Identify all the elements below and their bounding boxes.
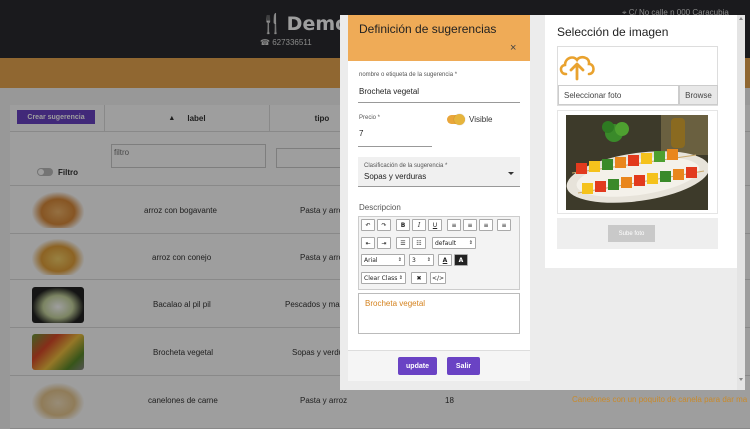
visible-toggle[interactable] [447,114,465,125]
text-color-icon[interactable]: A [438,254,452,266]
align-right-icon[interactable]: ≡ [479,219,493,231]
price-field[interactable]: 7 [359,129,363,138]
exit-button[interactable]: Salir [447,357,480,375]
skewer-photo [566,115,708,210]
select-caret-icon: ⇕ [468,240,473,246]
font-size-select[interactable]: 3 ⇕ [409,254,434,266]
highlight-color-icon[interactable]: A [454,254,468,266]
scroll-up-icon[interactable] [739,17,743,20]
browse-button[interactable]: Browse [679,85,718,105]
description-editor[interactable]: Brocheta vegetal [358,293,520,334]
clear-class-select[interactable]: Clear Class ⇕ [361,272,406,284]
bold-button[interactable]: B [396,219,410,231]
italic-button[interactable]: I [412,219,426,231]
remove-format-icon[interactable]: ✖ [411,272,427,284]
row-description: Canelones con un poquito de canela para … [572,395,748,404]
name-field-underline [358,102,520,103]
image-title: Selección de imagen [557,25,669,39]
outdent-icon[interactable]: ⇤ [361,237,375,249]
indent-icon[interactable]: ⇥ [377,237,391,249]
update-button[interactable]: update [398,357,437,375]
numbered-list-icon[interactable]: ☷ [412,237,426,249]
align-left-icon[interactable]: ≡ [447,219,461,231]
code-view-icon[interactable]: </> [430,272,446,284]
align-justify-icon[interactable]: ≡ [497,219,511,231]
name-field-label: nombre o etiqueta de la sugerencia * [359,72,458,78]
select-caret-icon: ⇕ [398,275,403,281]
classification-value: Sopas y verduras [364,172,427,181]
upload-photo-button[interactable]: Sube foto [608,225,655,242]
scroll-down-icon[interactable] [739,378,743,381]
modal-scrollbar[interactable] [737,15,745,390]
redo-button[interactable]: ↷ [377,219,391,231]
select-caret-icon: ⇕ [426,257,431,263]
chevron-down-icon [508,172,514,175]
description-label: Descripcion [359,203,401,212]
file-input[interactable]: Seleccionar foto [558,85,679,105]
classification-label: Clasificación de la sugerencia * [364,163,448,169]
align-center-icon[interactable]: ≡ [463,219,477,231]
price-field-underline [358,146,432,147]
cloud-upload-icon[interactable] [557,50,597,82]
undo-button[interactable]: ↶ [361,219,375,231]
bullet-list-icon[interactable]: ☰ [396,237,410,249]
underline-button[interactable]: U [428,219,442,231]
style-select[interactable]: default ⇕ [432,237,476,249]
price-field-label: Precio * [359,115,381,121]
definition-title: Definición de sugerencias [359,22,497,36]
visible-label: Visible [469,115,493,124]
font-select[interactable]: Arial ⇕ [361,254,405,266]
name-field[interactable]: Brocheta vegetal [359,87,419,96]
close-icon[interactable]: × [510,42,516,54]
select-caret-icon: ⇕ [397,257,402,263]
definition-footer [348,350,530,381]
